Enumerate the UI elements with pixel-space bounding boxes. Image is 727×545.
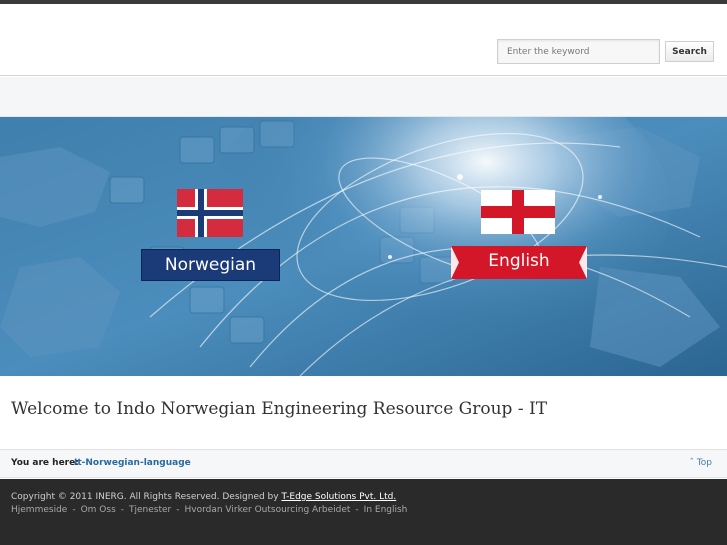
header: Search xyxy=(0,4,727,76)
banner-background xyxy=(0,117,727,376)
footer-link-outsourcing[interactable]: Hvordan Virker Outsourcing Arbeidet xyxy=(185,505,351,515)
designer-link[interactable]: T-Edge Solutions Pvt. Ltd. xyxy=(281,492,396,502)
footer-link-om-oss[interactable]: Om Oss xyxy=(81,505,116,515)
chevron-up-icon: ˆ xyxy=(689,458,694,468)
language-label-norwegian: Norwegian xyxy=(141,249,280,281)
england-flag-icon xyxy=(481,190,555,234)
welcome-section: Welcome to Indo Norwegian Engineering Re… xyxy=(0,382,727,450)
back-to-top-label: Top xyxy=(696,458,712,468)
footer-copyright: Copyright © 2011 INERG. All Rights Reser… xyxy=(11,492,396,502)
footer-separator: - xyxy=(176,505,180,515)
footer-nav: Hjemmeside - Om Oss - Tjenester - Hvordan Virk… xyxy=(11,505,407,515)
language-link-norwegian[interactable]: Norwegian xyxy=(141,189,280,282)
breadcrumb: You are here: It-Norwegian-language ˆ To… xyxy=(0,450,727,478)
copyright-text: Copyright © 2011 INERG. All Rights Reser… xyxy=(11,492,279,502)
page-title: Welcome to Indo Norwegian Engineering Re… xyxy=(11,399,548,419)
footer-link-hjemmeside[interactable]: Hjemmeside xyxy=(11,505,67,515)
sub-navigation-bar xyxy=(0,77,727,117)
ribbon-ends xyxy=(451,246,587,279)
breadcrumb-current-link[interactable]: It-Norwegian-language xyxy=(74,458,191,468)
footer-separator: - xyxy=(120,505,125,515)
back-to-top-link[interactable]: ˆ Top xyxy=(689,458,712,468)
footer-link-in-english[interactable]: In English xyxy=(364,505,408,515)
footer-link-tjenester[interactable]: Tjenester xyxy=(129,505,171,515)
hero-banner: Norwegian English xyxy=(0,117,727,376)
footer-separator: - xyxy=(355,505,359,515)
search-input[interactable] xyxy=(497,39,660,64)
footer: Copyright © 2011 INERG. All Rights Reser… xyxy=(0,479,727,545)
norway-flag-icon xyxy=(177,189,243,237)
footer-separator: - xyxy=(72,505,76,515)
language-link-english[interactable]: English xyxy=(451,189,587,281)
breadcrumb-label: You are here: xyxy=(11,458,79,468)
search-button[interactable]: Search xyxy=(665,41,714,62)
